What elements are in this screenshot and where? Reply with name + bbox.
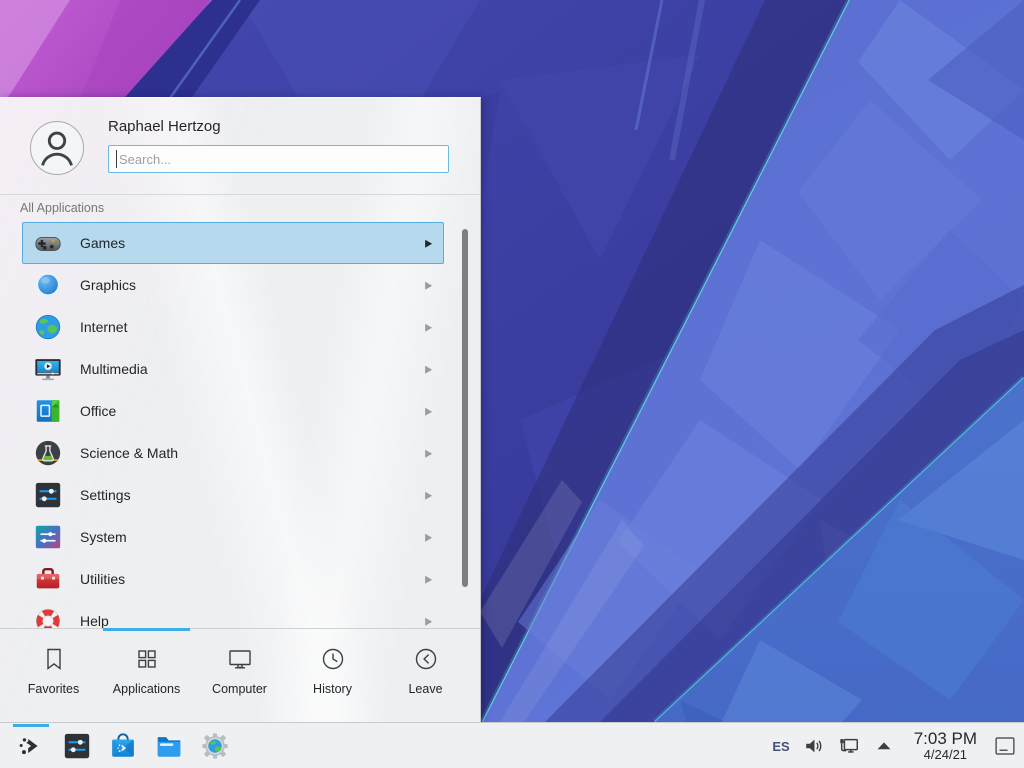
section-label: All Applications [20, 201, 104, 215]
discover-icon [108, 731, 138, 761]
discover-button[interactable] [100, 723, 146, 768]
file-manager-icon [154, 731, 184, 761]
category-label: Help [80, 613, 109, 628]
list-scrollbar[interactable] [462, 229, 468, 587]
tab-label: Leave [408, 682, 442, 696]
category-row-utilities[interactable]: Utilities ▶ [22, 558, 444, 600]
leave-icon [412, 645, 440, 673]
tab-label: Computer [212, 682, 267, 696]
active-app-indicator [13, 724, 49, 727]
tray-expander-icon[interactable] [873, 735, 895, 757]
category-row-games[interactable]: Games ▶ [22, 222, 444, 264]
submenu-arrow-icon: ▶ [425, 363, 432, 376]
multimedia-icon [33, 354, 63, 384]
category-row-internet[interactable]: Internet ▶ [22, 306, 444, 348]
taskbar: ES 7:03 PM 4/24/21 [0, 722, 1024, 768]
category-label: Games [80, 235, 125, 251]
application-launcher-button[interactable] [8, 723, 54, 768]
tab-favorites[interactable]: Favorites [7, 636, 100, 696]
tab-leave[interactable]: Leave [379, 636, 472, 696]
computer-icon [226, 645, 254, 673]
games-icon [33, 228, 63, 258]
submenu-arrow-icon: ▶ [425, 321, 432, 334]
submenu-arrow-icon: ▶ [425, 405, 432, 418]
submenu-arrow-icon: ▶ [425, 615, 432, 628]
tab-label: History [313, 682, 352, 696]
show-desktop-button[interactable] [994, 735, 1016, 757]
search-input[interactable] [108, 145, 449, 173]
category-label: Internet [80, 319, 127, 335]
category-row-system[interactable]: System ▶ [22, 516, 444, 558]
category-label: Utilities [80, 571, 125, 587]
digital-clock[interactable]: 7:03 PM 4/24/21 [914, 730, 977, 763]
application-launcher-menu: Raphael Hertzog All Applications [0, 97, 481, 722]
tab-label: Favorites [28, 682, 79, 696]
internet-icon [33, 312, 63, 342]
keyboard-layout-indicator[interactable]: ES [772, 739, 789, 754]
submenu-arrow-icon: ▶ [425, 489, 432, 502]
tabbar-divider [0, 628, 480, 629]
submenu-arrow-icon: ▶ [425, 531, 432, 544]
volume-icon[interactable] [803, 735, 825, 757]
applications-icon [133, 645, 161, 673]
user-name: Raphael Hertzog [108, 118, 221, 135]
category-row-multimedia[interactable]: Multimedia ▶ [22, 348, 444, 390]
web-browser-button[interactable] [192, 723, 238, 768]
taskbar-app-icons [8, 723, 238, 768]
system-settings-button[interactable] [54, 723, 100, 768]
header-divider [0, 194, 480, 195]
clock-time: 7:03 PM [914, 730, 977, 749]
text-caret [116, 150, 117, 168]
category-row-help[interactable]: Help ▶ [22, 600, 444, 628]
web-browser-icon [200, 731, 230, 761]
settings-icon [33, 480, 63, 510]
system-settings-icon [62, 731, 92, 761]
category-label: System [80, 529, 127, 545]
submenu-arrow-icon: ▶ [425, 573, 432, 586]
category-label: Office [80, 403, 116, 419]
category-row-settings[interactable]: Settings ▶ [22, 474, 444, 516]
graphics-icon [33, 270, 63, 300]
category-row-graphics[interactable]: Graphics ▶ [22, 264, 444, 306]
search-box[interactable] [108, 145, 449, 173]
launcher-tabbar: Favorites Applications Computer [7, 636, 473, 696]
utilities-icon [33, 564, 63, 594]
office-icon [33, 396, 63, 426]
tab-history[interactable]: History [286, 636, 379, 696]
desktop: Raphael Hertzog All Applications [0, 0, 1024, 768]
tab-applications[interactable]: Applications [100, 636, 193, 696]
favorites-icon [40, 645, 68, 673]
user-avatar[interactable] [30, 121, 84, 175]
file-manager-button[interactable] [146, 723, 192, 768]
active-tab-indicator [103, 628, 190, 631]
category-row-office[interactable]: Office ▶ [22, 390, 444, 432]
history-icon [319, 645, 347, 673]
category-label: Settings [80, 487, 131, 503]
category-label: Multimedia [80, 361, 148, 377]
clock-date: 4/24/21 [914, 748, 977, 762]
tab-label: Applications [113, 682, 180, 696]
submenu-arrow-icon: ▶ [425, 279, 432, 292]
tab-computer[interactable]: Computer [193, 636, 286, 696]
category-list: Games ▶ Graphics ▶ [0, 222, 480, 628]
science-icon [33, 438, 63, 468]
application-launcher-icon [16, 731, 46, 761]
system-tray: ES 7:03 PM 4/24/21 [772, 723, 1016, 768]
category-row-science[interactable]: Science & Math ▶ [22, 432, 444, 474]
system-icon [33, 522, 63, 552]
category-label: Science & Math [80, 445, 178, 461]
network-icon[interactable] [838, 735, 860, 757]
category-label: Graphics [80, 277, 136, 293]
submenu-arrow-icon: ▶ [425, 237, 432, 250]
submenu-arrow-icon: ▶ [425, 447, 432, 460]
help-icon [33, 606, 63, 628]
